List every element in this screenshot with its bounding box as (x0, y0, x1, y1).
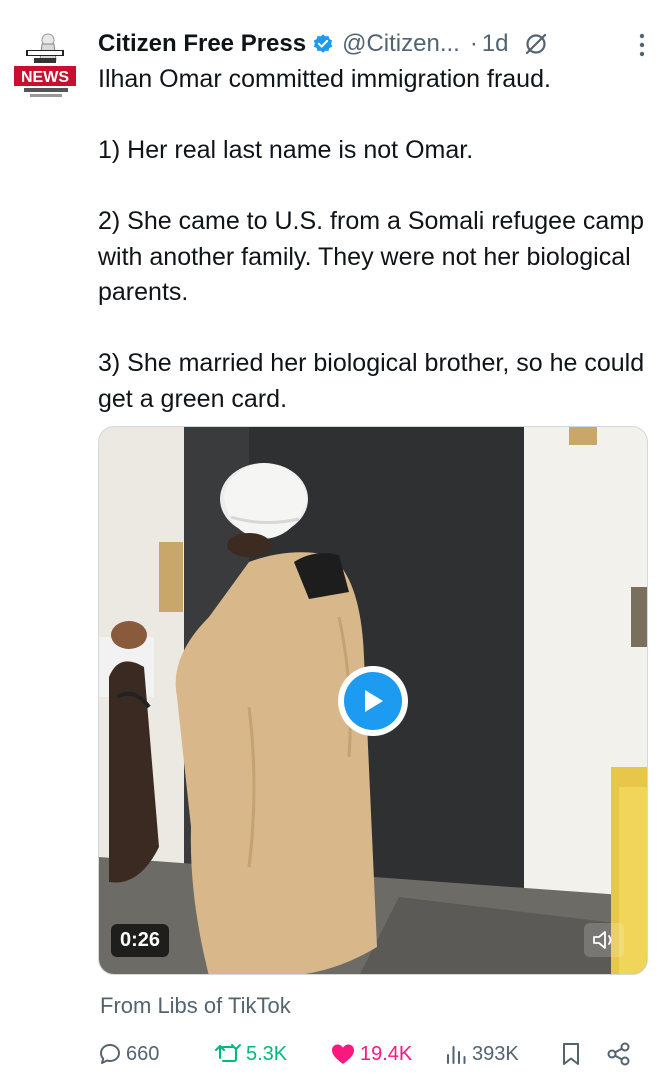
timestamp[interactable]: 1d (482, 30, 509, 58)
repost-icon (215, 1044, 241, 1062)
bookmark-icon (563, 1043, 579, 1065)
video-duration: 0:26 (111, 924, 170, 957)
reply-button[interactable]: 660 (98, 1037, 159, 1071)
news-logo-icon: NEWS (14, 33, 76, 97)
views-chart-icon (447, 1046, 466, 1064)
speaker-muted-icon (593, 931, 612, 949)
handle[interactable]: @Citizen... (342, 30, 460, 58)
share-icon (607, 1042, 630, 1066)
reply-count: 660 (126, 1042, 160, 1065)
tweet: NEWS Citizen Free Press @Citizen... · 1d… (0, 0, 672, 1090)
share-button[interactable] (606, 1037, 632, 1071)
like-button[interactable]: 19.4K (330, 1037, 412, 1071)
more-options-icon[interactable] (632, 30, 652, 60)
repost-button[interactable]: 5.3K (214, 1037, 287, 1071)
like-count: 19.4K (360, 1042, 413, 1065)
heart-icon (332, 1044, 354, 1064)
views-button[interactable]: 393K (444, 1037, 519, 1071)
repost-count: 5.3K (246, 1042, 288, 1065)
video-source[interactable]: From Libs of TikTok (100, 993, 291, 1019)
verified-badge-icon (313, 34, 333, 53)
tweet-header: Citizen Free Press @Citizen... · 1d (98, 26, 652, 62)
mute-button[interactable] (584, 923, 624, 957)
separator-dot: · (469, 30, 478, 57)
tweet-text-line: 2) She came to U.S. from a Somali refuge… (98, 207, 645, 306)
tweet-text-line: Ilhan Omar committed immigration fraud. (98, 65, 551, 93)
views-count: 393K (472, 1042, 519, 1065)
grok-icon[interactable] (523, 31, 549, 57)
play-button[interactable] (338, 666, 408, 736)
play-icon (365, 690, 383, 712)
tweet-text-line: 1) Her real last name is not Omar. (98, 136, 474, 164)
bookmark-button[interactable] (560, 1037, 582, 1071)
reply-icon (100, 1044, 120, 1064)
action-bar: 660 5.3K 19.4K 393K (98, 1037, 638, 1071)
display-name[interactable]: Citizen Free Press (98, 30, 306, 58)
tweet-text-line: 3) She married her biological brother, s… (98, 349, 645, 413)
tweet-text: Ilhan Omar committed immigration fraud. … (98, 62, 648, 417)
avatar[interactable]: NEWS (12, 30, 80, 102)
video-player[interactable]: 0:26 (98, 426, 648, 975)
svg-text:NEWS: NEWS (21, 69, 69, 86)
